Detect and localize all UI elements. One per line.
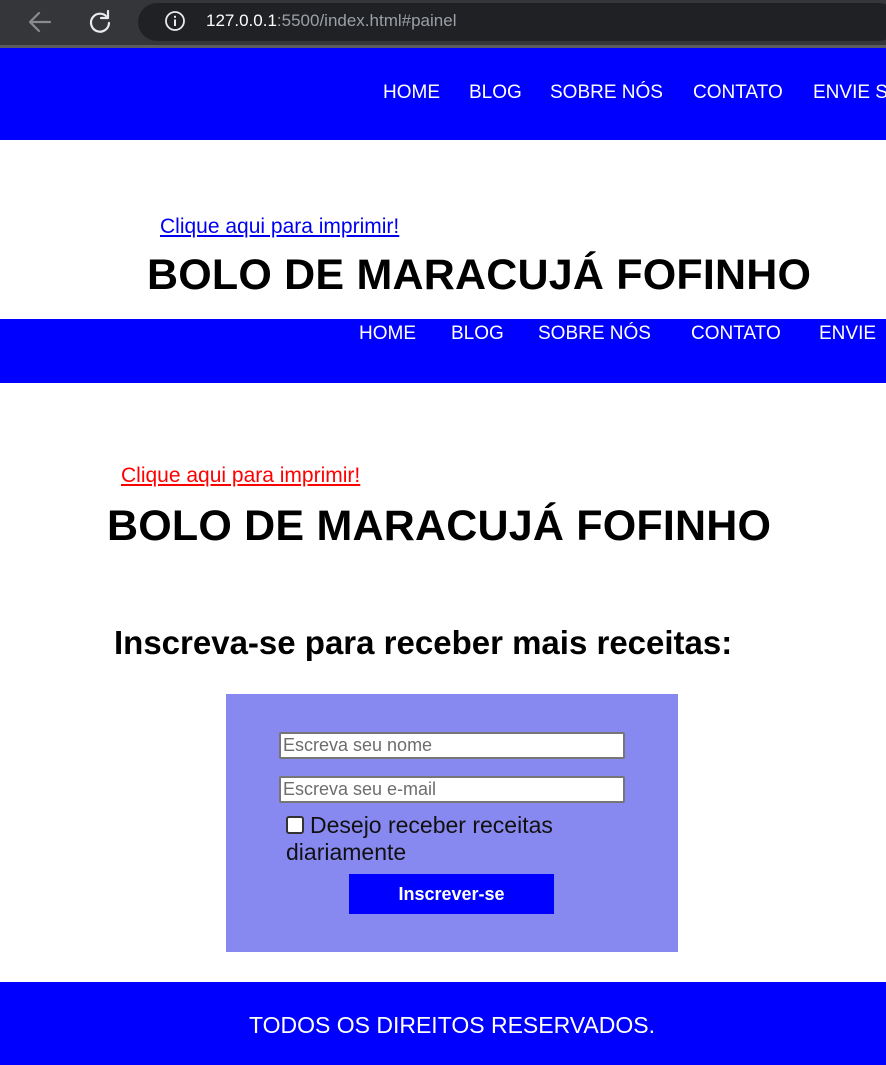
print-link[interactable]: Clique aqui para imprimir!: [160, 215, 399, 239]
nav-link-blog[interactable]: BLOG: [469, 82, 522, 104]
daily-recipes-option: Desejo receber receitas diariamente: [286, 812, 616, 866]
name-input[interactable]: [279, 732, 625, 759]
subscribe-button[interactable]: Inscrever-se: [349, 874, 554, 914]
footer: TODOS OS DIREITOS RESERVADOS.: [0, 982, 886, 1065]
nav-link-envie[interactable]: ENVIE S: [813, 82, 886, 104]
secondary-navbar: HOME BLOG SOBRE NÓS CONTATO ENVIE: [0, 319, 886, 383]
nav-link-home[interactable]: HOME: [383, 82, 440, 104]
url-text[interactable]: 127.0.0.1:5500/index.html#painel: [206, 10, 456, 32]
browser-toolbar: 127.0.0.1:5500/index.html#painel: [0, 0, 886, 48]
recipe-title: BOLO DE MARACUJÁ FOFINHO: [147, 251, 812, 299]
checkbox-label: Desejo receber receitas diariamente: [286, 812, 553, 865]
back-arrow-icon: [28, 11, 52, 33]
nav-link-envie[interactable]: ENVIE: [819, 323, 876, 345]
url-host: 127.0.0.1: [206, 11, 277, 30]
reload-icon: [89, 9, 111, 33]
nav-link-sobre-nos[interactable]: SOBRE NÓS: [550, 82, 663, 104]
info-icon[interactable]: [164, 10, 186, 32]
print-link-highlighted[interactable]: Clique aqui para imprimir!: [121, 464, 360, 488]
subscribe-heading: Inscreva-se para receber mais receitas:: [114, 624, 733, 661]
nav-link-sobre-nos[interactable]: SOBRE NÓS: [538, 323, 651, 345]
recipe-title: BOLO DE MARACUJÁ FOFINHO: [107, 502, 772, 550]
url-path: :5500/index.html#painel: [276, 11, 457, 30]
nav-link-contato[interactable]: CONTATO: [693, 82, 783, 104]
daily-recipes-checkbox[interactable]: [286, 816, 304, 834]
back-button[interactable]: [26, 9, 54, 35]
reload-button[interactable]: [86, 8, 114, 36]
main-navbar: HOME BLOG SOBRE NÓS CONTATO ENVIE S: [0, 48, 886, 140]
nav-link-contato[interactable]: CONTATO: [691, 323, 781, 345]
email-input[interactable]: [279, 776, 625, 803]
nav-link-home[interactable]: HOME: [359, 323, 416, 345]
footer-text: TODOS OS DIREITOS RESERVADOS.: [248, 1012, 655, 1038]
nav-link-blog[interactable]: BLOG: [451, 323, 504, 345]
subscribe-form: Desejo receber receitas diariamente Insc…: [226, 694, 678, 952]
